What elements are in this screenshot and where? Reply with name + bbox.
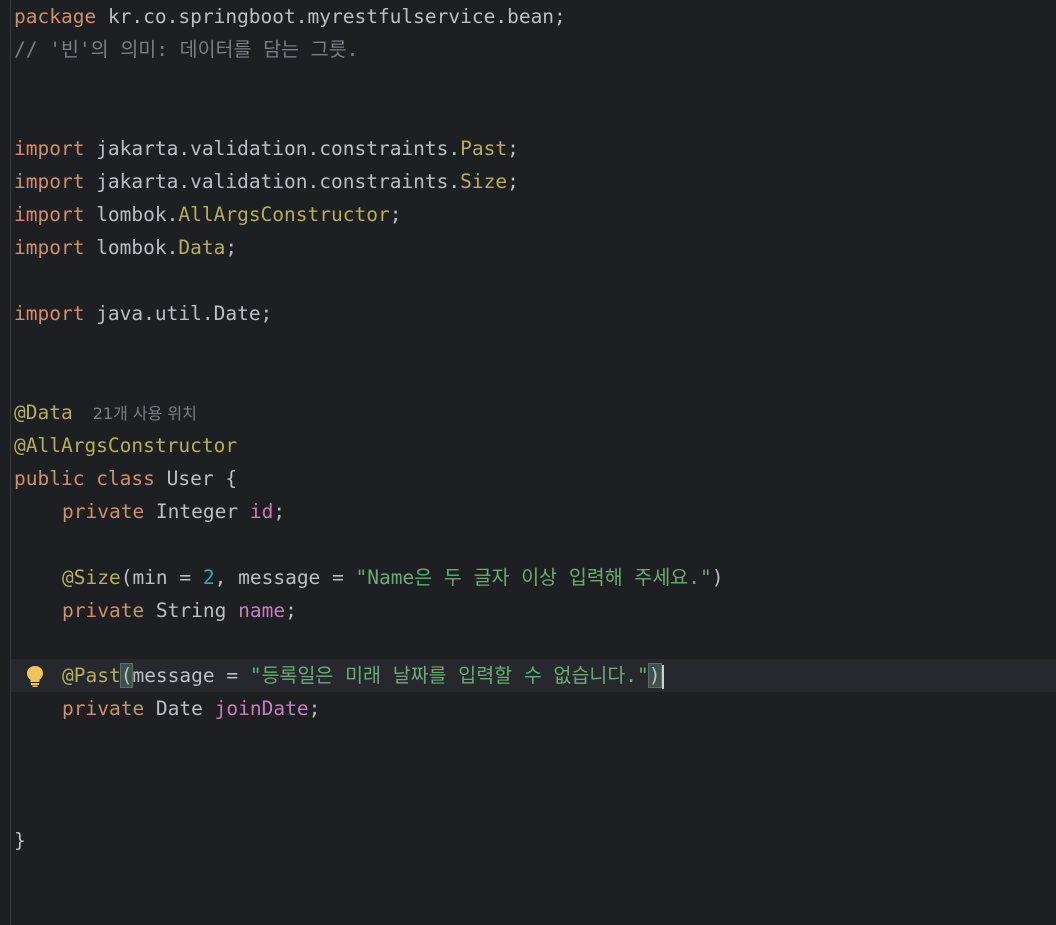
import-class-data: Data [178, 236, 226, 259]
gutter-divider [10, 0, 11, 925]
annotation-args-mid: , message = [214, 566, 356, 589]
keyword-import: import [14, 302, 85, 325]
semicolon: ; [308, 697, 321, 720]
code-line-close-brace[interactable]: } [14, 824, 26, 857]
closing-brace: } [14, 829, 26, 852]
import-class-size: Size [460, 170, 508, 193]
field-type: Integer [144, 500, 250, 523]
code-line-field-joindate[interactable]: private Date joinDate; [62, 692, 320, 725]
annotation-size: @Size [62, 566, 121, 589]
keyword-private: private [62, 599, 145, 622]
open-paren: ( [119, 663, 134, 688]
field-joindate: joinDate [214, 697, 309, 720]
keyword-private: private [62, 500, 145, 523]
field-id: id [249, 500, 274, 523]
annotation-data: @Data [14, 401, 73, 424]
annotation-allargsconstructor: @AllArgsConstructor [14, 434, 238, 457]
usages-hint[interactable]: 21개 사용 위치 [93, 404, 197, 423]
semicolon: ; [507, 170, 519, 193]
string-literal: "Name은 두 글자 이상 입력해 주세요." [355, 566, 712, 589]
semicolon: ; [507, 137, 519, 160]
code-editor[interactable]: package kr.co.springboot.myrestfulservic… [0, 0, 1056, 925]
import-package: lombok. [84, 203, 179, 226]
annotation-args-close: ) [711, 566, 724, 589]
annotation-args-open: (min = [120, 566, 203, 589]
code-line-comment[interactable]: // '빈'의 의미: 데이터를 담는 그릇. [14, 33, 358, 66]
import-package: jakarta.validation.constraints. [84, 137, 461, 160]
keyword-class: class [84, 467, 155, 490]
keyword-private: private [62, 697, 145, 720]
keyword-package: package [14, 5, 97, 28]
keyword-import: import [14, 236, 85, 259]
class-name: User { [154, 467, 238, 490]
number-literal: 2 [202, 566, 215, 589]
keyword-import: import [14, 203, 85, 226]
code-line-import-allargs[interactable]: import lombok.AllArgsConstructor; [14, 198, 401, 231]
field-name: name [238, 599, 286, 622]
code-line-annotation-past[interactable]: @Past(message = "등록일은 미래 날짜를 입력할 수 없습니다.… [62, 659, 664, 692]
code-line-import-past[interactable]: import jakarta.validation.constraints.Pa… [14, 132, 519, 165]
text-caret [661, 664, 664, 689]
code-line-class-decl[interactable]: public class User { [14, 462, 237, 495]
import-package: jakarta.validation.constraints. [84, 170, 461, 193]
semicolon: ; [389, 203, 402, 226]
code-line-field-name[interactable]: private String name; [62, 594, 297, 627]
field-type: Date [144, 697, 215, 720]
annotation-args-mid: message = [132, 664, 250, 687]
import-path: java.util.Date; [84, 302, 273, 325]
code-line-import-data[interactable]: import lombok.Data; [14, 231, 237, 264]
semicolon: ; [225, 236, 238, 259]
package-name: kr.co.springboot.myrestfulservice.bean; [96, 5, 566, 28]
keyword-import: import [14, 170, 85, 193]
import-class-past: Past [460, 137, 508, 160]
semicolon: ; [273, 500, 286, 523]
keyword-import: import [14, 137, 85, 160]
code-line-annotation-allargs[interactable]: @AllArgsConstructor [14, 429, 237, 462]
annotation-past: @Past [62, 664, 121, 687]
import-package: lombok. [84, 236, 179, 259]
code-line-annotation-data[interactable]: @Data 21개 사용 위치 [14, 396, 197, 429]
keyword-public: public [14, 467, 85, 490]
code-line-import-size[interactable]: import jakarta.validation.constraints.Si… [14, 165, 519, 198]
close-paren: ) [647, 663, 662, 688]
comment-text: // '빈'의 의미: 데이터를 담는 그릇. [14, 38, 359, 61]
field-type: String [144, 599, 239, 622]
import-class-allargsconstructor: AllArgsConstructor [178, 203, 390, 226]
code-line-annotation-size[interactable]: @Size(min = 2, message = "Name은 두 글자 이상 … [62, 561, 723, 594]
string-literal: "등록일은 미래 날짜를 입력할 수 없습니다." [249, 664, 649, 687]
code-line-field-id[interactable]: private Integer id; [62, 495, 285, 528]
lightbulb-icon[interactable] [25, 664, 45, 688]
semicolon: ; [285, 599, 297, 622]
code-line-package[interactable]: package kr.co.springboot.myrestfulservic… [14, 0, 566, 33]
code-line-import-date[interactable]: import java.util.Date; [14, 297, 272, 330]
